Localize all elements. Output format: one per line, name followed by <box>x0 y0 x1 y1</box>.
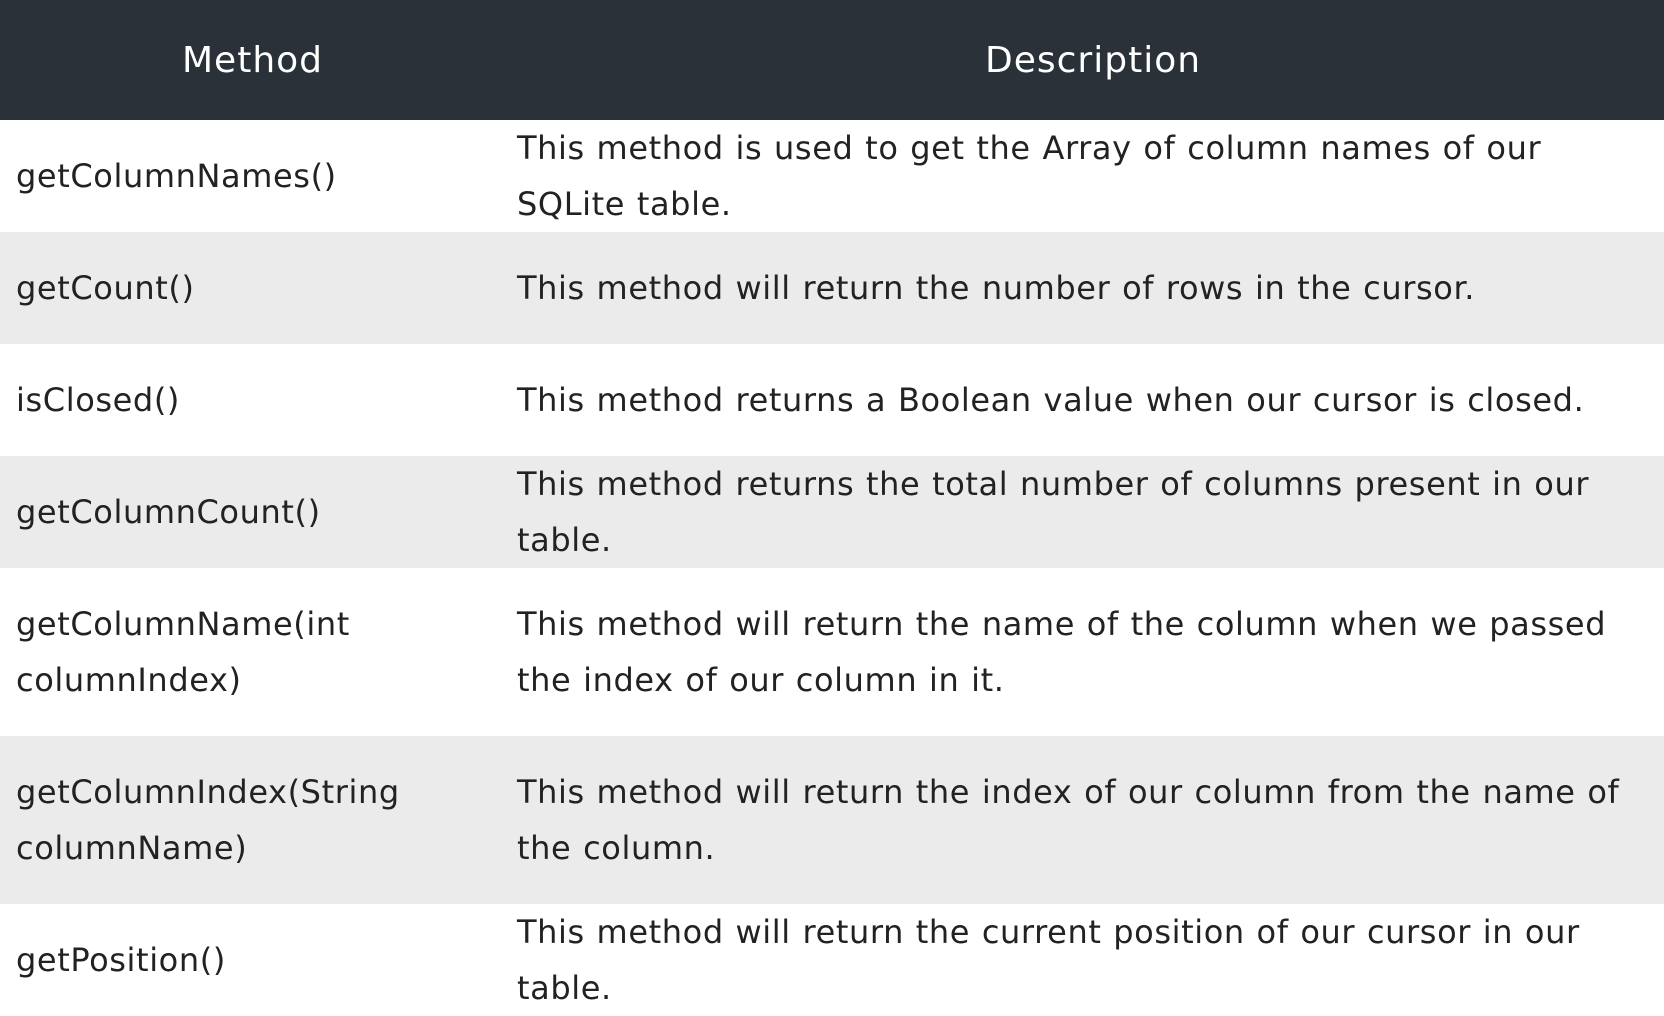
table-row: getColumnName(int columnIndex) This meth… <box>0 568 1664 736</box>
table-row: getColumnIndex(String columnName) This m… <box>0 736 1664 904</box>
method-cell: isClosed() <box>16 381 181 419</box>
table-row: isClosed() This method returns a Boolean… <box>0 344 1664 456</box>
method-cell: getColumnName(int columnIndex) <box>16 605 350 699</box>
table-header: Method Description <box>0 0 1664 120</box>
table-row: getColumnCount() This method returns the… <box>0 456 1664 568</box>
description-column-header: Description <box>985 39 1202 81</box>
table-row: getColumnNames() This method is used to … <box>0 120 1664 232</box>
method-cell: getColumnCount() <box>16 493 321 531</box>
description-cell: This method will return the number of ro… <box>517 269 1476 307</box>
description-cell: This method returns the total number of … <box>517 465 1590 559</box>
description-cell: This method will return the current posi… <box>517 913 1580 1007</box>
methods-table: Method Description getColumnNames() This… <box>0 0 1664 1016</box>
method-cell: getPosition() <box>16 941 226 979</box>
table-row: getCount() This method will return the n… <box>0 232 1664 344</box>
method-column-header: Method <box>182 39 324 81</box>
method-cell: getCount() <box>16 269 195 307</box>
description-cell: This method is used to get the Array of … <box>517 129 1542 223</box>
description-cell: This method will return the index of our… <box>517 773 1620 867</box>
table-body: getColumnNames() This method is used to … <box>0 120 1664 1016</box>
description-cell: This method will return the name of the … <box>517 605 1607 699</box>
description-cell: This method returns a Boolean value when… <box>517 381 1585 419</box>
method-cell: getColumnIndex(String columnName) <box>16 773 400 867</box>
method-cell: getColumnNames() <box>16 157 337 195</box>
header-row: Method Description <box>0 0 1664 120</box>
table-row: getPosition() This method will return th… <box>0 904 1664 1016</box>
